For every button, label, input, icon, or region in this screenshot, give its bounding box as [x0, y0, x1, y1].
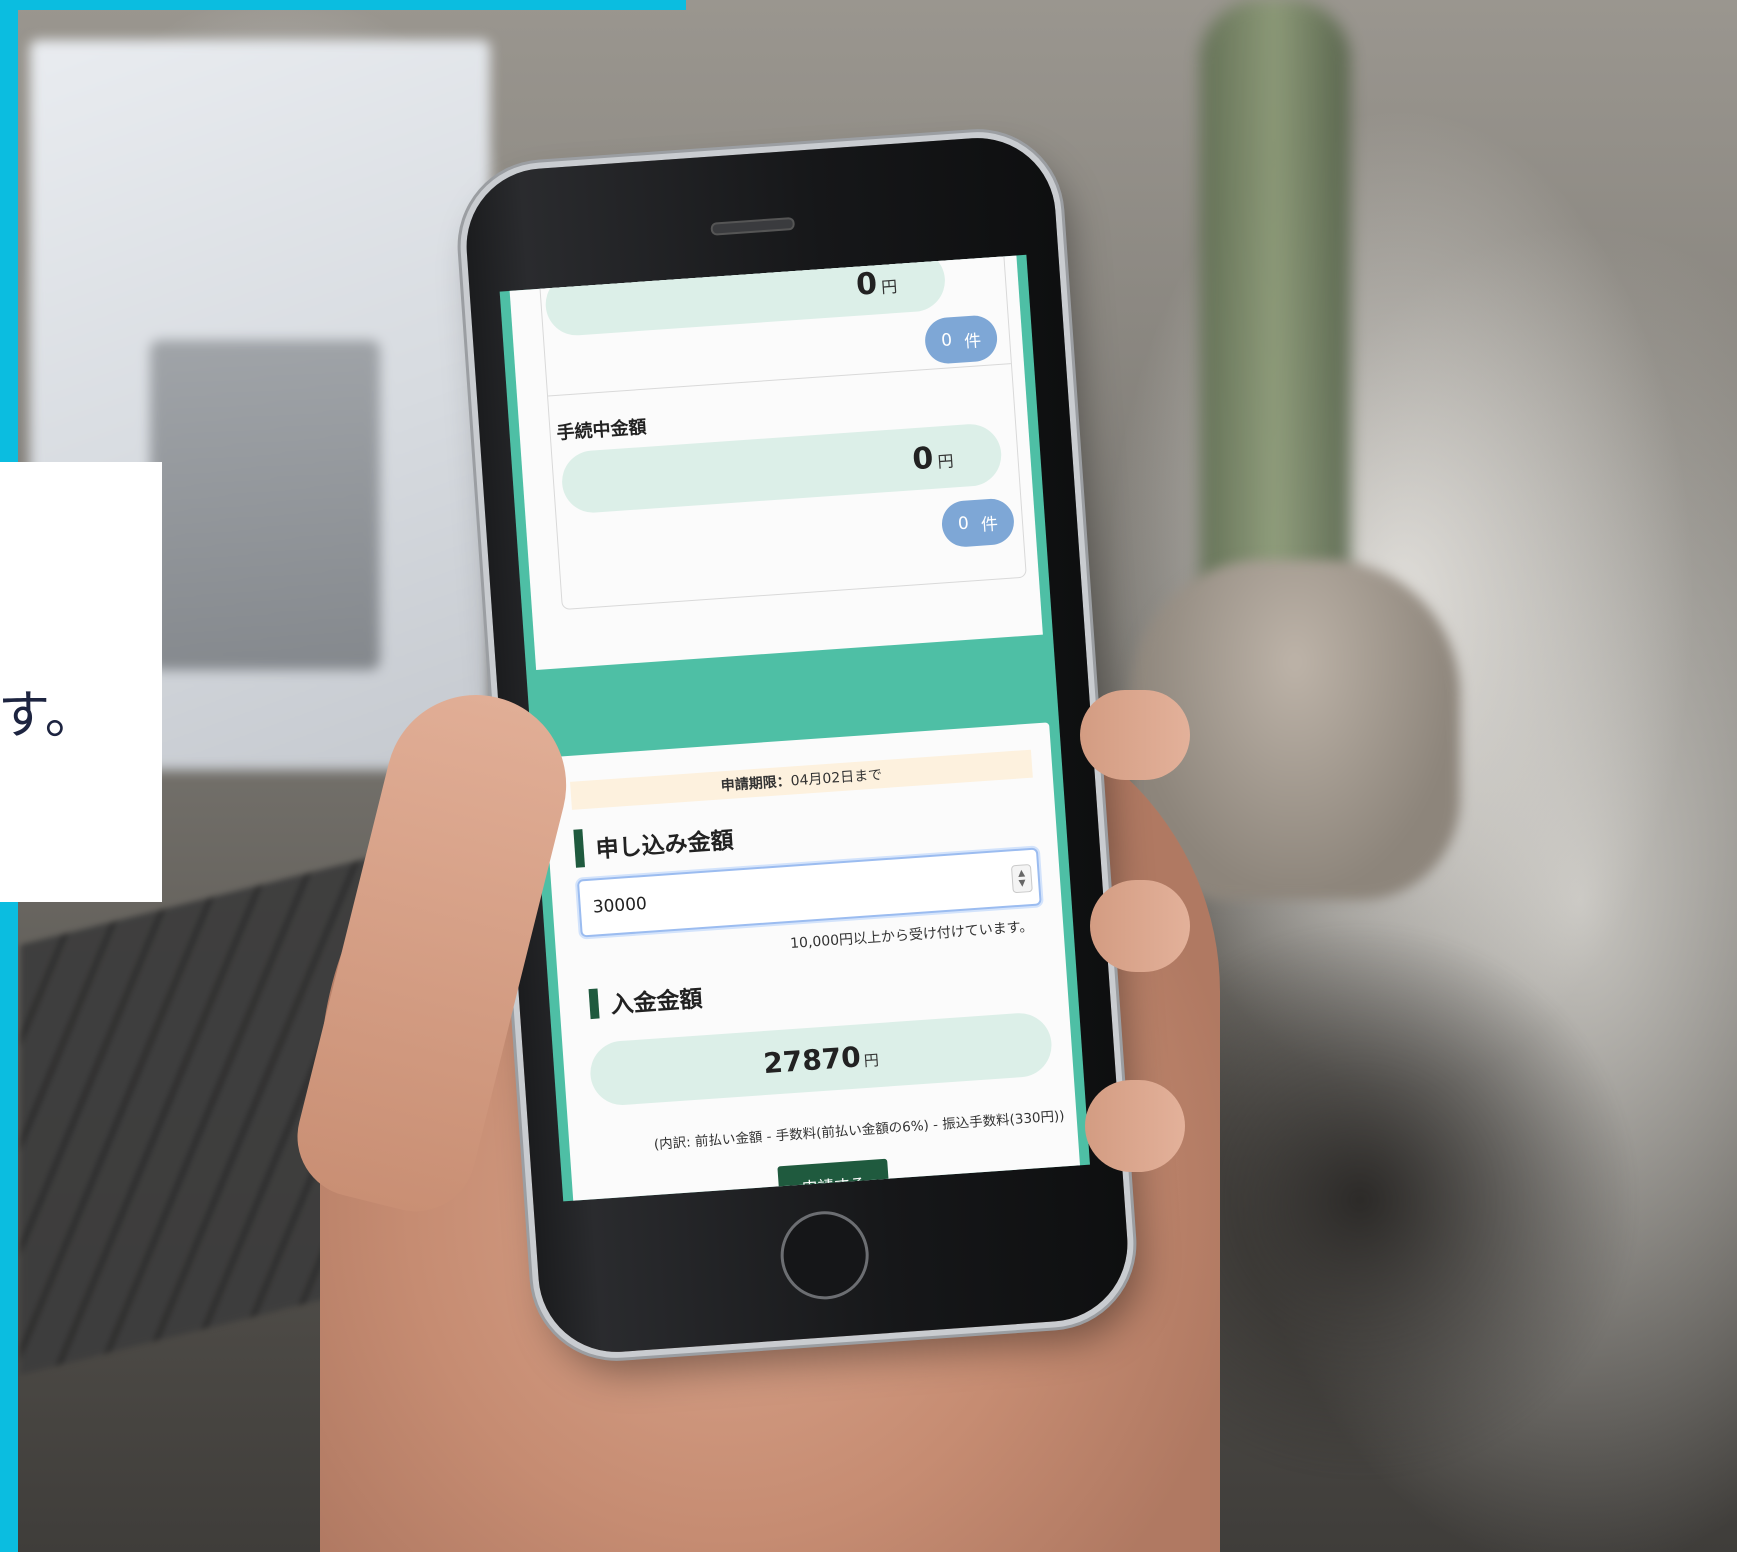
amount-hint: 10,000円以上から受け付けています。	[789, 918, 1034, 952]
processing-count-value: 0	[957, 513, 970, 535]
deadline-banner: 申請期限： 04月02日まで	[570, 749, 1033, 810]
top-count-value: 0	[940, 330, 953, 351]
processing-label: 手続中金額	[555, 416, 648, 444]
top-amount-value: 0	[854, 265, 879, 303]
deposit-amount-unit: 円	[863, 1050, 880, 1070]
finger	[1085, 1080, 1185, 1172]
deposit-amount-pill: 27870 円	[588, 1011, 1054, 1108]
smartphone: 0 円 0 件 手続中金額 0 円 0 件 申請期限： 04月02日まで 申し込…	[461, 132, 1133, 1358]
deposit-heading: 入金金額	[588, 979, 703, 1021]
white-text-card	[0, 462, 162, 902]
top-amount-unit: 円	[880, 276, 898, 297]
processing-count-badge[interactable]: 0 件	[940, 497, 1016, 549]
fee-breakdown: (内訳: 前払い金額 - 手数料(前払い金額の6%) - 振込手数料(330円)…	[653, 1108, 1066, 1153]
heading-marker	[573, 829, 585, 868]
submit-application-button[interactable]: 申請する	[777, 1158, 891, 1202]
summary-box: 0 円 0 件 手続中金額 0 円 0 件	[538, 254, 1027, 611]
top-count-badge[interactable]: 0 件	[923, 314, 999, 366]
phone-screen: 0 円 0 件 手続中金額 0 円 0 件 申請期限： 04月02日まで 申し込…	[499, 254, 1090, 1202]
top-count-unit: 件	[963, 330, 982, 352]
summary-card: 0 円 0 件 手続中金額 0 円 0 件	[508, 254, 1043, 671]
card-text-fragment: す。	[0, 686, 97, 746]
deposit-amount-value: 27870	[762, 1039, 862, 1080]
amount-stepper-icon[interactable]: ▲ ▼	[1010, 863, 1033, 894]
processing-amount-value: 0	[911, 440, 935, 477]
accent-bar-top	[0, 0, 686, 10]
finger	[1080, 690, 1190, 780]
divider	[548, 363, 1011, 397]
processing-count-unit: 件	[980, 513, 999, 536]
deadline-label: 申請期限：	[720, 773, 792, 795]
home-button[interactable]	[777, 1208, 872, 1303]
deadline-value: 04月02日まで	[790, 767, 883, 790]
top-amount-pill: 0 円	[543, 254, 947, 338]
deposit-heading-text: 入金金額	[609, 986, 704, 1019]
heading-marker	[588, 988, 600, 1020]
amount-heading-text: 申し込み金額	[594, 827, 735, 864]
phone-speaker	[710, 216, 796, 236]
processing-amount-unit: 円	[936, 451, 955, 472]
amount-heading: 申し込み金額	[573, 819, 734, 868]
application-card: 申請期限： 04月02日まで 申し込み金額 ▲▼ 10,000円以上から受け付け…	[542, 722, 1082, 1202]
finger	[1090, 880, 1190, 972]
